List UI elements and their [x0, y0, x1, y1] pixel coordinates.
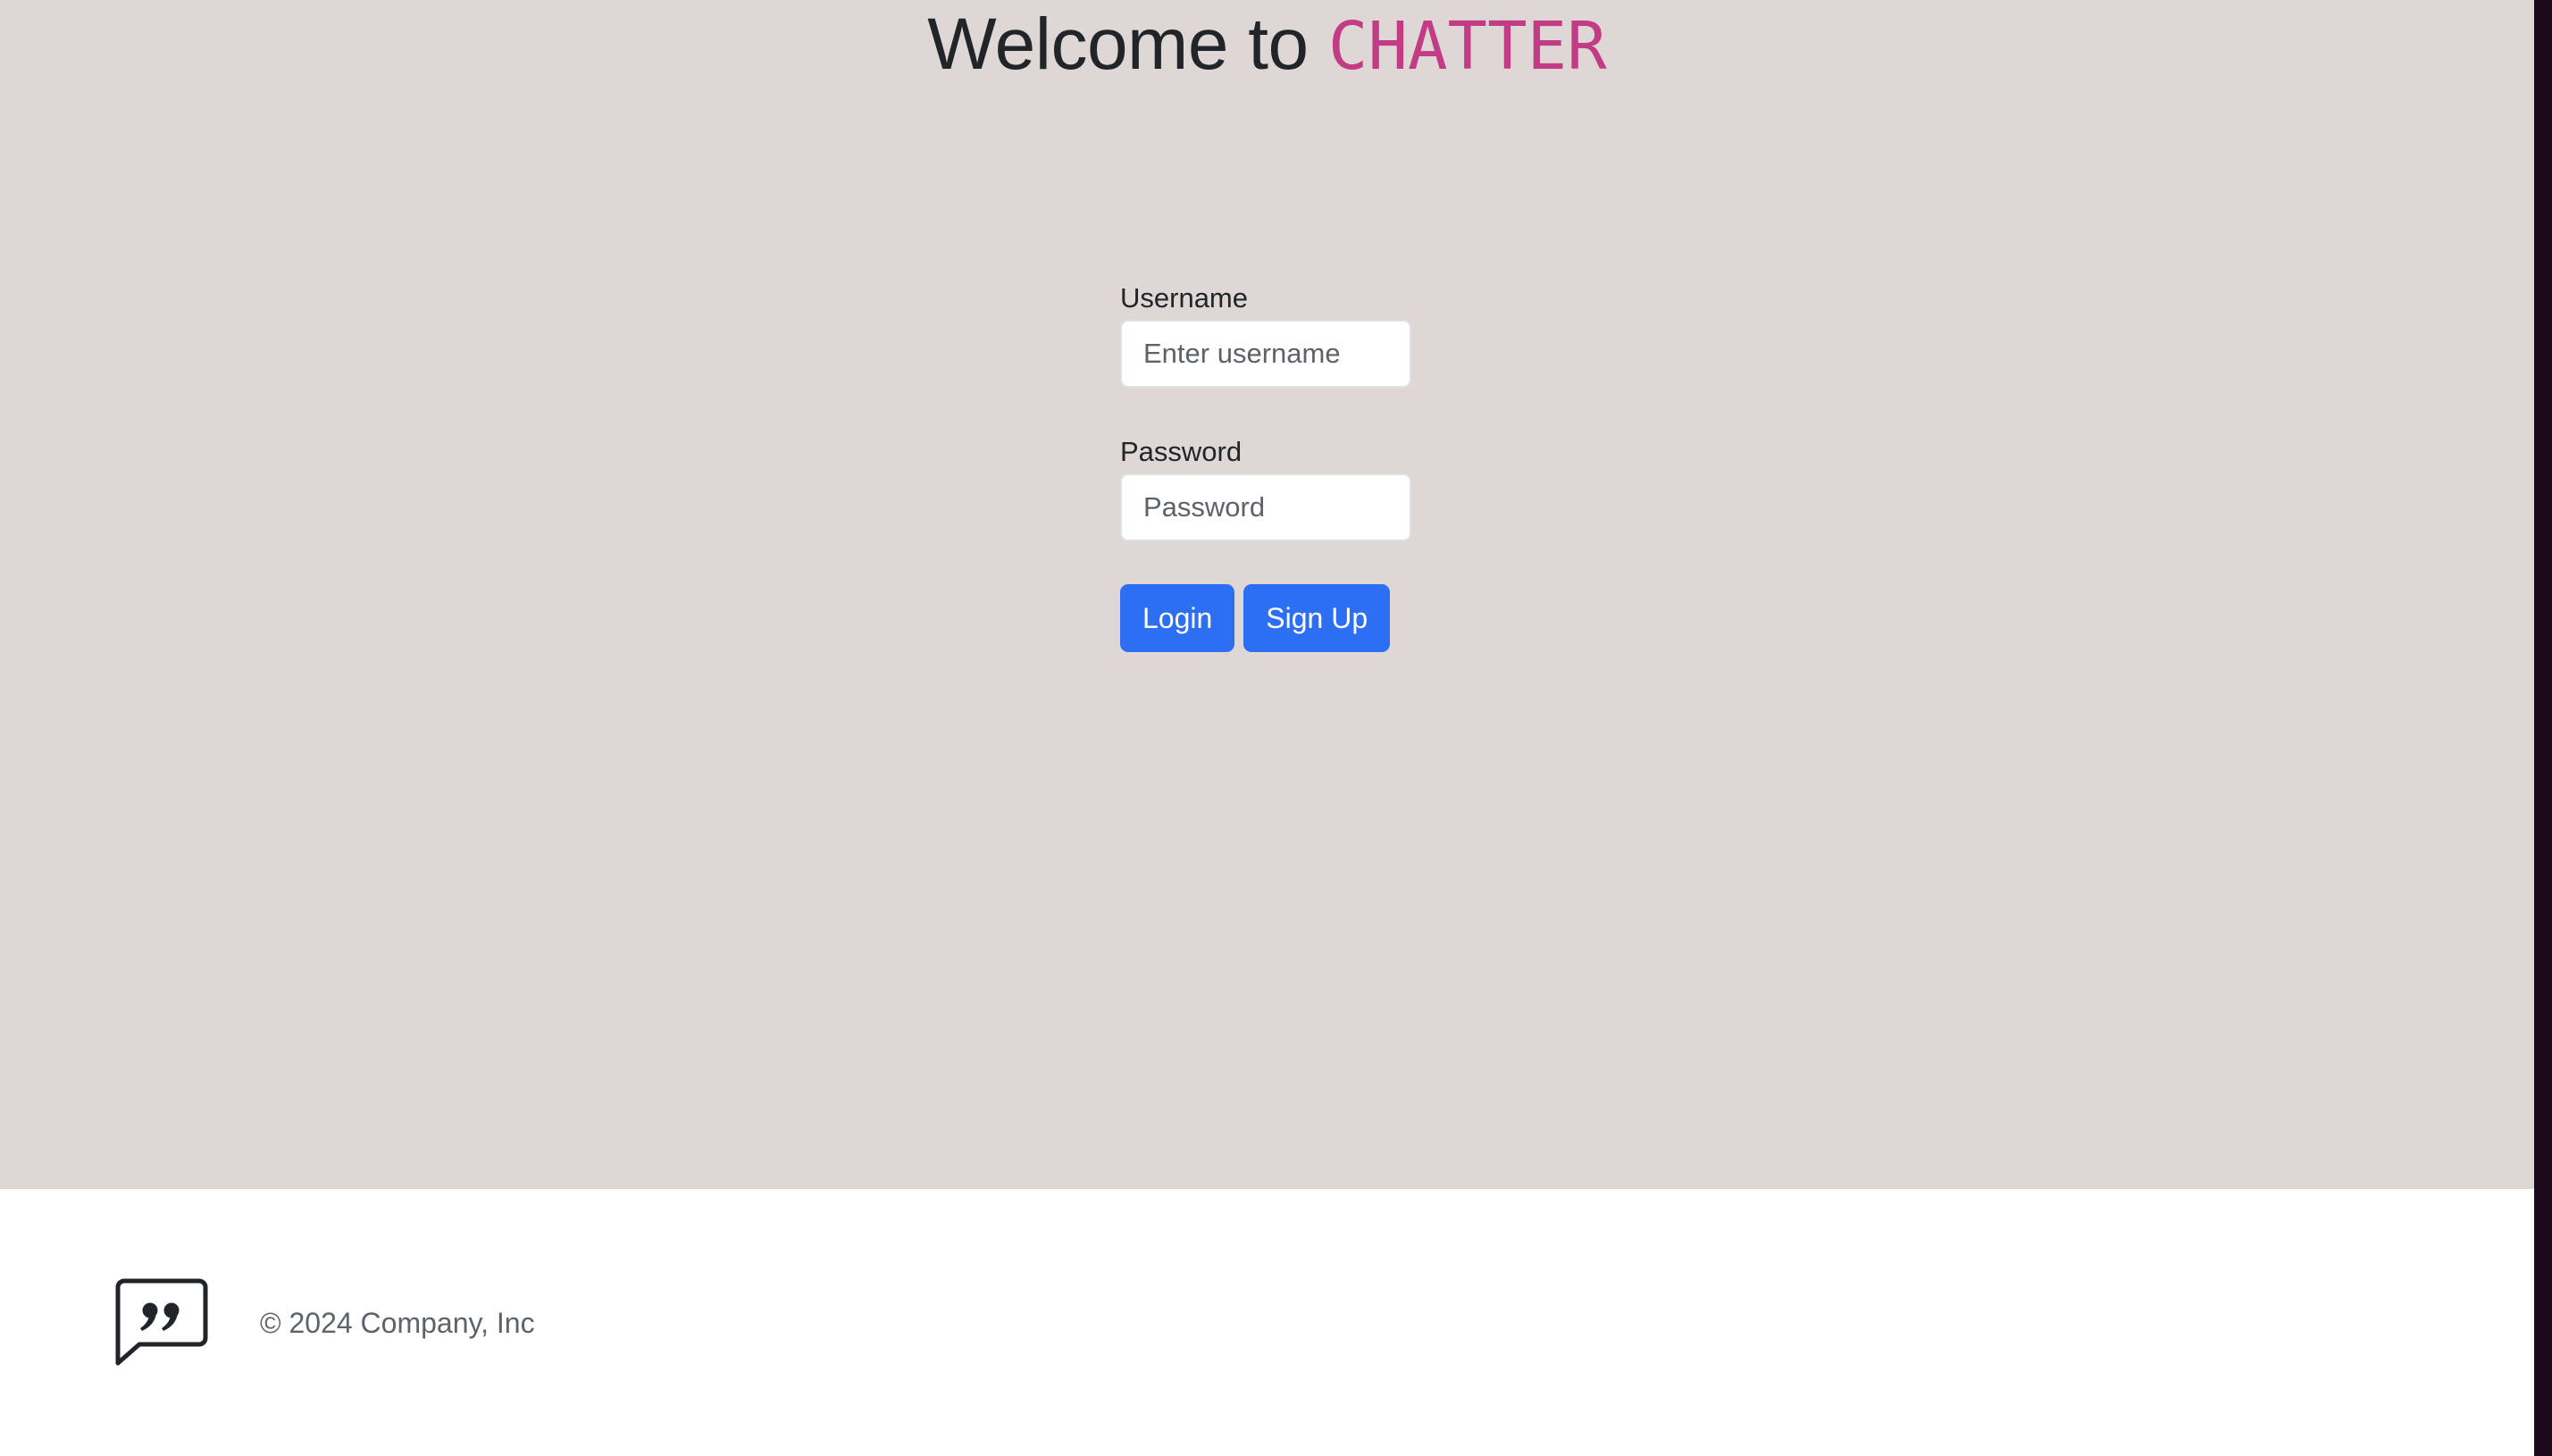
title-prefix: Welcome to	[927, 4, 1328, 85]
sign-up-button[interactable]: Sign Up	[1243, 584, 1391, 652]
chat-quote-icon	[114, 1278, 209, 1366]
page-title: Welcome to CHATTER	[0, 0, 2534, 89]
copyright-text: © 2024 Company, Inc	[260, 1307, 535, 1339]
username-label: Username	[1120, 282, 1248, 314]
page: Welcome to CHATTER Username Password Log…	[0, 0, 2534, 1456]
login-form: Username Password Login Sign Up	[1120, 277, 1424, 652]
brand-name: CHATTER	[1327, 8, 1607, 85]
login-button[interactable]: Login	[1120, 584, 1235, 652]
password-input[interactable]	[1120, 473, 1411, 541]
username-input[interactable]	[1120, 320, 1411, 388]
footer: © 2024 Company, Inc	[0, 1189, 2534, 1456]
username-group: Username	[1120, 277, 1424, 388]
password-group: Password	[1120, 431, 1424, 541]
main-area: Welcome to CHATTER Username Password Log…	[0, 0, 2534, 1189]
password-label: Password	[1120, 436, 1243, 467]
button-row: Login Sign Up	[1120, 584, 1424, 652]
